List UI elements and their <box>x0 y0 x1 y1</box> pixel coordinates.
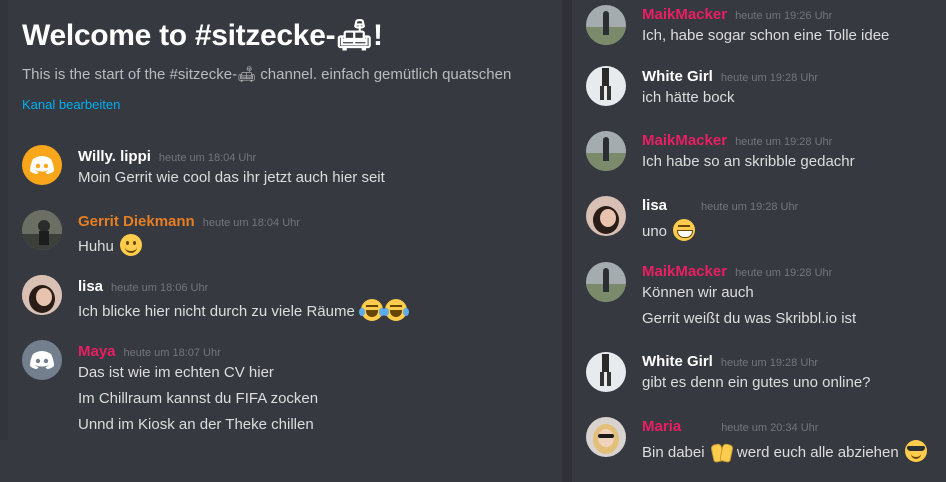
message-text: uno <box>642 219 696 241</box>
avatar[interactable] <box>586 262 626 302</box>
author-name[interactable]: lisa <box>78 278 103 295</box>
message-text: Bin dabei werd euch alle abziehen <box>642 440 927 462</box>
message-text: Gerrit weißt du was Skribbl.io ist <box>642 310 857 327</box>
sunglasses-emoji-icon <box>904 440 927 462</box>
user-photo-icon <box>586 5 626 45</box>
message-text: Unnd im Kiosk an der Theke chillen <box>78 416 314 433</box>
author-name[interactable]: lisa <box>642 197 667 214</box>
chat-panel-left: Welcome to #sitzecke-🛋! This is the star… <box>0 0 562 482</box>
user-photo-icon <box>586 66 626 106</box>
grinning-emoji-icon <box>673 219 696 241</box>
slightly-smiling-emoji-icon <box>120 234 143 256</box>
author-name[interactable]: Gerrit Diekmann <box>78 213 195 230</box>
message-text-content: Huhu <box>78 238 114 255</box>
avatar[interactable] <box>586 5 626 45</box>
message-timestamp: heute um 19:28 Uhr <box>720 357 819 369</box>
message-timestamp: heute um 19:28 Uhr <box>720 72 819 84</box>
author-name[interactable]: Maria <box>642 418 681 435</box>
message-text: Huhu <box>78 234 143 256</box>
author-name[interactable]: Willy. lippi <box>78 148 151 165</box>
message-timestamp: heute um 19:28 Uhr <box>701 201 799 213</box>
message-timestamp: heute um 18:06 Uhr <box>111 282 209 294</box>
message-timestamp: heute um 18:07 Uhr <box>123 347 221 359</box>
message-text: Moin Gerrit wie cool das ihr jetzt auch … <box>78 169 385 186</box>
avatar[interactable] <box>586 196 626 236</box>
message-timestamp: heute um 18:04 Uhr <box>158 152 257 164</box>
author-name[interactable]: MaikMacker <box>642 263 727 280</box>
message-timestamp: heute um 18:04 Uhr <box>202 217 300 229</box>
author-name[interactable]: White Girl <box>642 353 713 370</box>
avatar[interactable] <box>586 417 626 457</box>
message-timestamp: heute um 19:28 Uhr <box>735 136 833 148</box>
message-timestamp: heute um 19:28 Uhr <box>735 267 833 279</box>
avatar[interactable] <box>586 66 626 106</box>
author-name[interactable]: MaikMacker <box>642 132 727 149</box>
avatar[interactable] <box>586 131 626 171</box>
avatar[interactable] <box>586 352 626 392</box>
user-photo-icon <box>586 196 626 236</box>
user-photo-icon <box>586 131 626 171</box>
user-photo-icon <box>586 417 626 457</box>
joy-emoji-icon <box>382 299 409 321</box>
user-photo-icon <box>586 352 626 392</box>
avatar[interactable] <box>22 340 62 380</box>
user-photo-icon <box>586 262 626 302</box>
message-text: Ich habe so an skribble gedachr <box>642 153 855 170</box>
message-text-content: Ich blicke hier nicht durch zu viele Räu… <box>78 303 355 320</box>
user-photo-icon <box>22 275 62 315</box>
message-text-content: Bin dabei <box>642 444 705 461</box>
message-text: Können wir auch <box>642 284 754 301</box>
author-name[interactable]: White Girl <box>642 68 713 85</box>
author-name[interactable]: Maya <box>78 343 116 360</box>
message-text: ich hätte bock <box>642 89 735 106</box>
edit-channel-link[interactable]: Kanal bearbeiten <box>22 97 120 112</box>
message-text-content: werd euch alle abziehen <box>736 444 899 461</box>
channel-welcome-subtitle: This is the start of the #sitzecke-🛋 cha… <box>22 66 512 83</box>
channel-welcome-title: Welcome to #sitzecke-🛋! <box>22 19 383 52</box>
joy-emoji-icon <box>358 299 385 321</box>
chat-panel-right: MaikMacker heute um 19:26 Uhr Ich, habe s… <box>572 0 946 482</box>
discord-logo-icon <box>30 351 54 369</box>
avatar[interactable] <box>22 275 62 315</box>
message-text-content: uno <box>642 223 668 240</box>
discord-logo-icon <box>30 156 54 174</box>
message-text: Ich blicke hier nicht durch zu viele Räu… <box>78 299 409 321</box>
message-timestamp: heute um 19:26 Uhr <box>735 10 833 22</box>
message-timestamp: heute um 20:34 Uhr <box>721 422 819 434</box>
message-text: gibt es denn ein gutes uno online? <box>642 374 871 391</box>
raising-hands-emoji-icon <box>711 440 733 462</box>
avatar[interactable] <box>22 145 62 185</box>
avatar[interactable] <box>22 210 62 250</box>
author-name[interactable]: MaikMacker <box>642 6 727 23</box>
user-photo-icon <box>22 210 62 250</box>
message-text: Ich, habe sogar schon eine Tolle idee <box>642 27 890 44</box>
message-text: Im Chillraum kannst du FIFA zocken <box>78 390 319 407</box>
message-text: Das ist wie im echten CV hier <box>78 364 274 381</box>
